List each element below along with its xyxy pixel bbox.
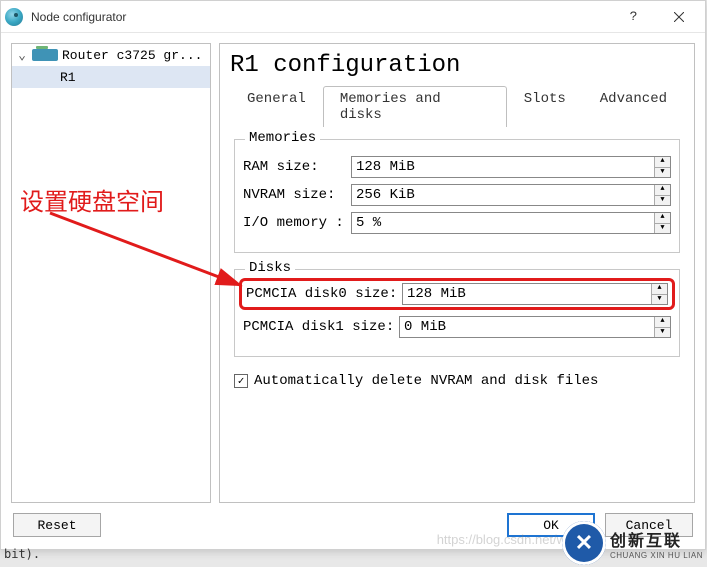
disk0-input[interactable] xyxy=(403,284,651,304)
disk1-label: PCMCIA disk1 size: xyxy=(243,319,399,335)
disk1-input[interactable] xyxy=(400,317,654,337)
tab-memories-disks[interactable]: Memories and disks xyxy=(323,86,507,127)
io-row: I/O memory : ▲▼ xyxy=(243,212,671,234)
spin-up-icon[interactable]: ▲ xyxy=(655,185,670,196)
spin-up-icon[interactable]: ▲ xyxy=(652,284,667,295)
spin-down-icon[interactable]: ▼ xyxy=(652,295,667,305)
brand-sub: CHUANG XIN HU LIAN xyxy=(610,551,703,560)
ram-input[interactable] xyxy=(352,157,654,177)
disk1-spinner[interactable]: ▲▼ xyxy=(399,316,671,338)
tabs: General Memories and disks Slots Advance… xyxy=(230,85,684,127)
nvram-input[interactable] xyxy=(352,185,654,205)
window-title: Node configurator xyxy=(31,10,611,24)
ram-label: RAM size: xyxy=(243,159,351,175)
ram-row: RAM size: ▲▼ xyxy=(243,156,671,178)
titlebar: Node configurator ? xyxy=(1,1,705,33)
tab-slots[interactable]: Slots xyxy=(507,86,583,127)
highlight-disk0: PCMCIA disk0 size: ▲▼ xyxy=(239,278,675,310)
disk0-spinner[interactable]: ▲▼ xyxy=(402,283,668,305)
io-label: I/O memory : xyxy=(243,215,351,231)
close-button[interactable] xyxy=(656,1,701,33)
expand-caret-icon[interactable]: ⌄ xyxy=(16,48,28,63)
disks-legend: Disks xyxy=(245,260,295,276)
auto-delete-row[interactable]: ✓ Automatically delete NVRAM and disk fi… xyxy=(234,373,680,389)
spin-up-icon[interactable]: ▲ xyxy=(655,317,670,328)
body-area: ⌄ Router c3725 gr... R1 R1 configuration… xyxy=(1,33,705,503)
auto-delete-label: Automatically delete NVRAM and disk file… xyxy=(254,373,598,389)
memories-legend: Memories xyxy=(245,130,320,146)
memories-group: Memories RAM size: ▲▼ NVRAM size: ▲▼ xyxy=(234,139,680,253)
spin-up-icon[interactable]: ▲ xyxy=(655,157,670,168)
nvram-row: NVRAM size: ▲▼ xyxy=(243,184,671,206)
tree-child-r1[interactable]: R1 xyxy=(12,66,210,88)
nvram-spinner[interactable]: ▲▼ xyxy=(351,184,671,206)
brand-icon: ✕ xyxy=(562,521,606,565)
tree-root-row[interactable]: ⌄ Router c3725 gr... xyxy=(12,44,210,66)
disk0-row: PCMCIA disk0 size: ▲▼ xyxy=(246,283,668,305)
tab-advanced[interactable]: Advanced xyxy=(583,86,684,127)
fragment-text: bit). xyxy=(4,547,40,561)
auto-delete-checkbox[interactable]: ✓ xyxy=(234,374,248,388)
window-controls: ? xyxy=(611,1,701,33)
brand-main: 创新互联 xyxy=(610,527,703,551)
router-icon xyxy=(32,49,58,61)
spin-up-icon[interactable]: ▲ xyxy=(655,213,670,224)
config-panel: R1 configuration General Memories and di… xyxy=(219,43,695,503)
disks-group: Disks PCMCIA disk0 size: ▲▼ PCMCIA disk1… xyxy=(234,269,680,357)
panel-title: R1 configuration xyxy=(230,52,684,79)
tree-root-label: Router c3725 gr... xyxy=(62,48,202,63)
ram-spinner[interactable]: ▲▼ xyxy=(351,156,671,178)
disk0-label: PCMCIA disk0 size: xyxy=(246,286,402,302)
spin-down-icon[interactable]: ▼ xyxy=(655,196,670,206)
disk1-row: PCMCIA disk1 size: ▲▼ xyxy=(243,316,671,338)
spin-down-icon[interactable]: ▼ xyxy=(655,328,670,338)
tab-general[interactable]: General xyxy=(230,86,323,127)
io-spinner[interactable]: ▲▼ xyxy=(351,212,671,234)
nvram-label: NVRAM size: xyxy=(243,187,351,203)
tree-child-label: R1 xyxy=(60,70,76,85)
app-icon xyxy=(5,8,23,26)
help-button[interactable]: ? xyxy=(611,1,656,33)
annotation-text: 设置硬盘空间 xyxy=(20,182,164,217)
dialog-window: Node configurator ? ⌄ Router c3725 gr...… xyxy=(0,0,706,550)
brand-logo: ✕ 创新互联 CHUANG XIN HU LIAN xyxy=(562,521,703,565)
io-input[interactable] xyxy=(352,213,654,233)
spin-down-icon[interactable]: ▼ xyxy=(655,168,670,178)
reset-button[interactable]: Reset xyxy=(13,513,101,537)
spin-down-icon[interactable]: ▼ xyxy=(655,224,670,234)
device-tree[interactable]: ⌄ Router c3725 gr... R1 xyxy=(11,43,211,503)
